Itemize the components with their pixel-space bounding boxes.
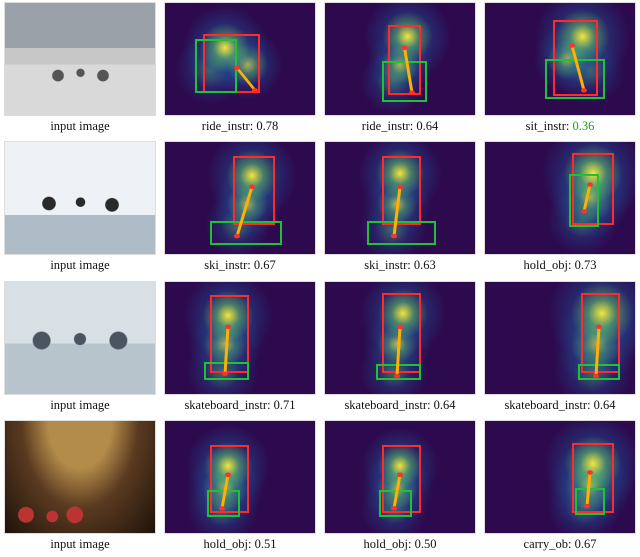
input-image-cell: input image bbox=[0, 418, 160, 557]
attention-map bbox=[324, 420, 476, 534]
result-cell: skateboard_instr: 0.64 bbox=[480, 279, 640, 418]
attention-map bbox=[164, 281, 316, 395]
interaction-score: 0.67 bbox=[254, 258, 276, 272]
result-cell: ride_instr: 0.64 bbox=[320, 0, 480, 139]
input-image-caption: input image bbox=[50, 538, 109, 552]
interaction-label: ski_instr bbox=[204, 258, 247, 272]
attention-map bbox=[484, 141, 636, 255]
input-image-cell: input image bbox=[0, 139, 160, 278]
result-caption: ski_instr: 0.67 bbox=[204, 259, 276, 273]
result-cell: hold_obj: 0.50 bbox=[320, 418, 480, 557]
input-image-caption: input image bbox=[50, 259, 109, 273]
result-cell: sit_instr: 0.36 bbox=[480, 0, 640, 139]
interaction-score: 0.63 bbox=[414, 258, 436, 272]
result-caption: skateboard_instr: 0.64 bbox=[344, 399, 455, 413]
object-bbox bbox=[376, 364, 421, 380]
attention-map bbox=[484, 2, 636, 116]
result-cell: skateboard_instr: 0.71 bbox=[160, 279, 320, 418]
attention-map bbox=[164, 420, 316, 534]
object-bbox bbox=[382, 61, 427, 101]
interaction-label: ride_instr bbox=[202, 119, 250, 133]
input-image-cell: input image bbox=[0, 279, 160, 418]
interaction-score: 0.73 bbox=[575, 258, 597, 272]
result-caption: ski_instr: 0.63 bbox=[364, 259, 436, 273]
object-bbox bbox=[379, 490, 412, 517]
result-cell: ski_instr: 0.63 bbox=[320, 139, 480, 278]
attention-map bbox=[324, 2, 476, 116]
result-caption: sit_instr: 0.36 bbox=[526, 120, 595, 134]
attention-map bbox=[324, 141, 476, 255]
attention-map bbox=[484, 420, 636, 534]
attention-map bbox=[484, 281, 636, 395]
interaction-label: carry_ob bbox=[524, 537, 568, 551]
result-caption: hold_obj: 0.51 bbox=[204, 538, 277, 552]
input-image-caption: input image bbox=[50, 399, 109, 413]
input-image bbox=[4, 141, 156, 255]
result-caption: carry_ob: 0.67 bbox=[524, 538, 597, 552]
interaction-label: skateboard_instr bbox=[184, 398, 267, 412]
interaction-score: 0.51 bbox=[255, 537, 277, 551]
object-bbox bbox=[578, 364, 620, 380]
person-bbox bbox=[382, 293, 421, 374]
result-cell: carry_ob: 0.67 bbox=[480, 418, 640, 557]
attention-map bbox=[324, 281, 476, 395]
object-bbox bbox=[545, 59, 605, 99]
result-cell: ride_instr: 0.78 bbox=[160, 0, 320, 139]
interaction-label: skateboard_instr bbox=[504, 398, 587, 412]
input-image bbox=[4, 420, 156, 534]
interaction-label: hold_obj bbox=[364, 537, 408, 551]
interaction-label: ski_instr bbox=[364, 258, 407, 272]
person-bbox bbox=[382, 156, 421, 225]
object-bbox bbox=[367, 221, 436, 246]
interaction-label: sit_instr bbox=[526, 119, 566, 133]
object-bbox bbox=[195, 39, 237, 93]
interaction-label: hold_obj bbox=[204, 537, 248, 551]
interaction-score: 0.36 bbox=[573, 119, 595, 133]
interaction-score: 0.71 bbox=[274, 398, 296, 412]
interaction-label: ride_instr bbox=[362, 119, 410, 133]
input-image-cell: input image bbox=[0, 0, 160, 139]
result-caption: hold_obj: 0.50 bbox=[364, 538, 437, 552]
result-caption: hold_obj: 0.73 bbox=[524, 259, 597, 273]
result-caption: skateboard_instr: 0.71 bbox=[184, 399, 295, 413]
result-cell: skateboard_instr: 0.64 bbox=[320, 279, 480, 418]
result-cell: hold_obj: 0.73 bbox=[480, 139, 640, 278]
interaction-score: 0.50 bbox=[415, 537, 437, 551]
result-caption: ride_instr: 0.78 bbox=[202, 120, 278, 134]
object-bbox bbox=[210, 221, 282, 246]
interaction-score: 0.67 bbox=[575, 537, 597, 551]
attention-map bbox=[164, 2, 316, 116]
interaction-score: 0.64 bbox=[434, 398, 456, 412]
input-image bbox=[4, 2, 156, 116]
result-caption: ride_instr: 0.64 bbox=[362, 120, 438, 134]
interaction-score: 0.64 bbox=[594, 398, 616, 412]
person-bbox bbox=[581, 293, 620, 374]
result-cell: ski_instr: 0.67 bbox=[160, 139, 320, 278]
object-bbox bbox=[569, 174, 599, 228]
attention-map bbox=[164, 141, 316, 255]
object-bbox bbox=[575, 488, 605, 515]
figure-grid: input image ride_instr: 0.78 ride_instr: 0… bbox=[0, 0, 640, 557]
interaction-label: hold_obj bbox=[524, 258, 568, 272]
interaction-score: 0.64 bbox=[416, 119, 438, 133]
input-image bbox=[4, 281, 156, 395]
interaction-label: skateboard_instr bbox=[344, 398, 427, 412]
person-bbox bbox=[233, 156, 275, 225]
result-caption: skateboard_instr: 0.64 bbox=[504, 399, 615, 413]
interaction-score: 0.78 bbox=[256, 119, 278, 133]
object-bbox bbox=[204, 362, 249, 380]
object-bbox bbox=[207, 490, 240, 517]
input-image-caption: input image bbox=[50, 120, 109, 134]
result-cell: hold_obj: 0.51 bbox=[160, 418, 320, 557]
